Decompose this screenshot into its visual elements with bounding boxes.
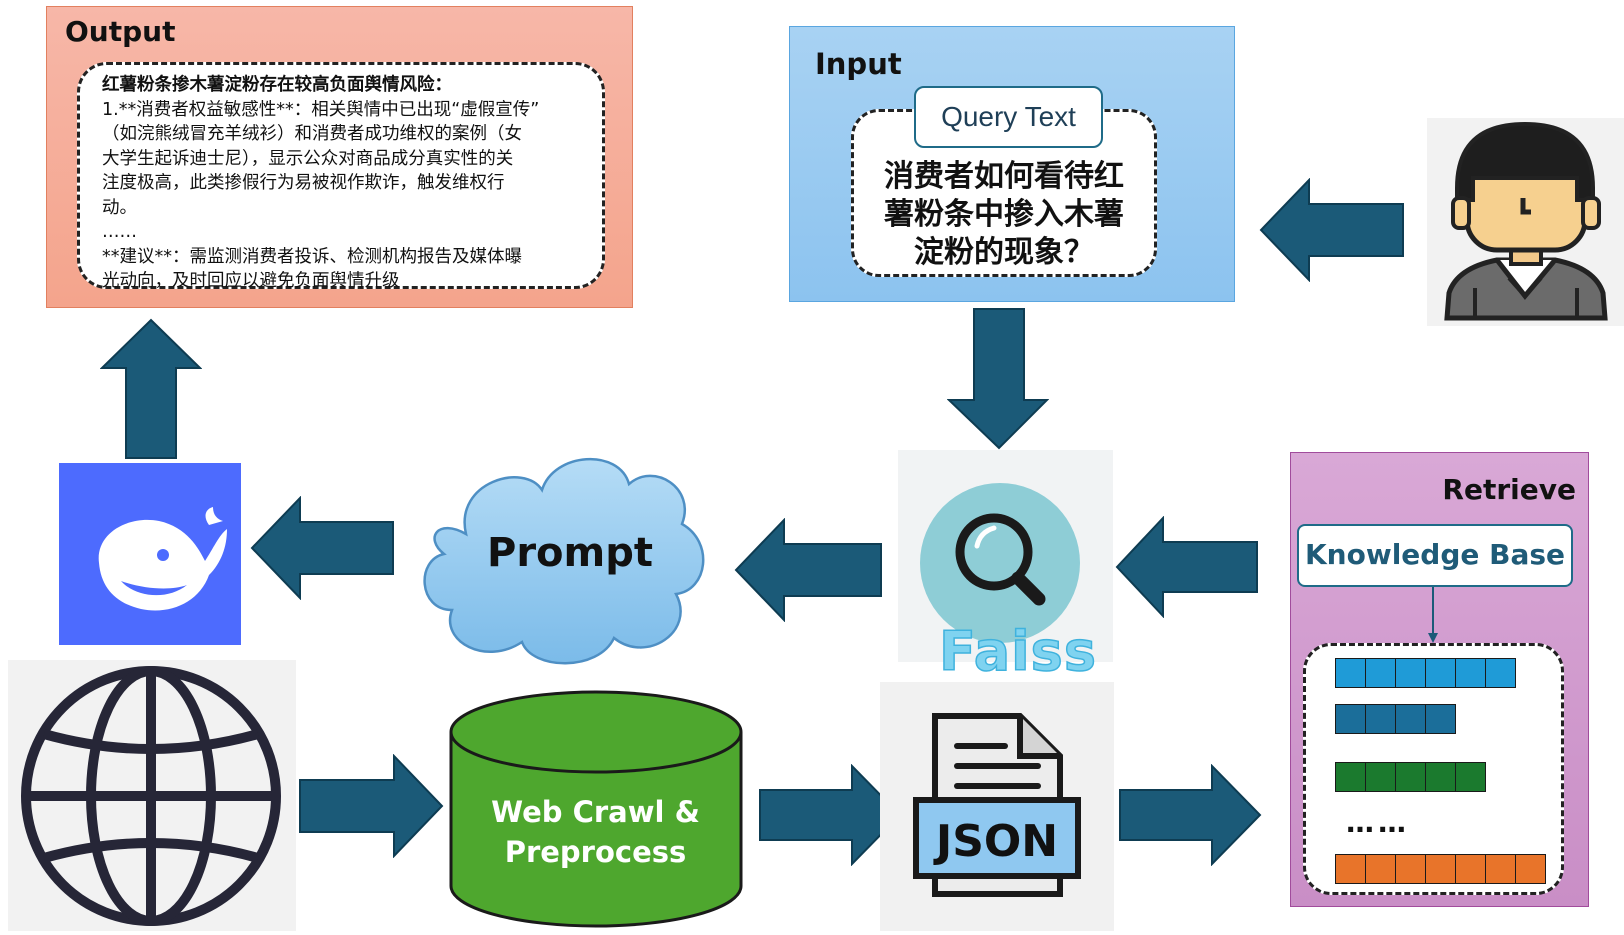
query-text: 消费者如何看待红 薯粉条中掺入木薯 淀粉的现象？ (854, 158, 1154, 272)
json-file-icon: JSON (913, 713, 1081, 897)
output-line: 红薯粉条掺木薯淀粉存在较高负面舆情风险： (102, 75, 452, 95)
faiss-label: Faiss (938, 619, 1097, 684)
arrow-down-icon (1428, 587, 1438, 643)
arrow-up-icon (100, 318, 202, 459)
vector-row (1334, 704, 1456, 734)
output-title: Output (65, 15, 176, 48)
query-line: 消费者如何看待红 (884, 159, 1124, 194)
vector-ellipsis: …… (1346, 806, 1410, 839)
json-file-tile: JSON (880, 682, 1114, 931)
user-avatar (1427, 118, 1624, 326)
output-line: （如浣熊绒冒充羊绒衫）和消费者成功维权的案例（女 (102, 124, 522, 144)
vector-row (1334, 762, 1486, 792)
arrow-left-icon (734, 518, 882, 622)
retrieve-title: Retrieve (1442, 473, 1576, 506)
query-line: 薯粉条中掺入木薯 (884, 197, 1124, 232)
whale-icon (98, 507, 228, 611)
query-line: 淀粉的现象？ (914, 235, 1094, 270)
vector-row (1334, 854, 1546, 884)
prompt-label: Prompt (487, 530, 653, 576)
input-title: Input (815, 47, 902, 81)
output-line: 注度极高，此类掺假行为易被视作欺诈，触发维权行 (102, 173, 505, 193)
deepseek-logo (59, 463, 241, 645)
web-crawl-line: Web Crawl & (491, 795, 700, 829)
arrow-right-icon (1119, 764, 1262, 866)
input-panel: Input 消费者如何看待红 薯粉条中掺入木薯 淀粉的现象？ Query Tex… (789, 26, 1235, 302)
arrow-right-icon (299, 754, 444, 858)
user-icon (1444, 121, 1608, 321)
output-line: 动。 (102, 197, 137, 218)
arrow-left-icon (1115, 516, 1258, 618)
arrow-down-icon (947, 308, 1049, 450)
vector-row (1334, 658, 1516, 688)
json-label: JSON (933, 816, 1058, 867)
output-line: 大学生起诉迪士尼），显示公众对商品成分真实性的关 (102, 148, 514, 169)
web-crawl-line: Preprocess (504, 835, 687, 869)
output-line: 光动向，及时回应以避免负面舆情升级 (102, 271, 400, 291)
output-text-card: 红薯粉条掺木薯淀粉存在较高负面舆情风险： 1.**消费者权益敏感性**：相关舆情… (77, 62, 605, 291)
vector-store: …… (1303, 643, 1564, 895)
arrow-left-icon (250, 496, 394, 600)
retrieve-panel: Retrieve Knowledge Base …… (1290, 452, 1589, 907)
knowledge-base-tag: Knowledge Base (1297, 524, 1573, 587)
query-text-tag: Query Text (914, 86, 1103, 148)
output-line: …… (102, 222, 137, 242)
output-line: **建议**：需监测消费者投诉、检测机构报告及媒体曝 (102, 246, 522, 267)
globe-tile (8, 660, 296, 931)
globe-icon (21, 666, 281, 926)
web-crawl-label: Web Crawl & Preprocess (450, 792, 741, 872)
output-line: 1.**消费者权益敏感性**：相关舆情中已出现“虚假宣传” (102, 99, 540, 120)
output-panel: Output 红薯粉条掺木薯淀粉存在较高负面舆情风险： 1.**消费者权益敏感性… (46, 6, 633, 308)
arrow-left-icon (1259, 178, 1404, 282)
